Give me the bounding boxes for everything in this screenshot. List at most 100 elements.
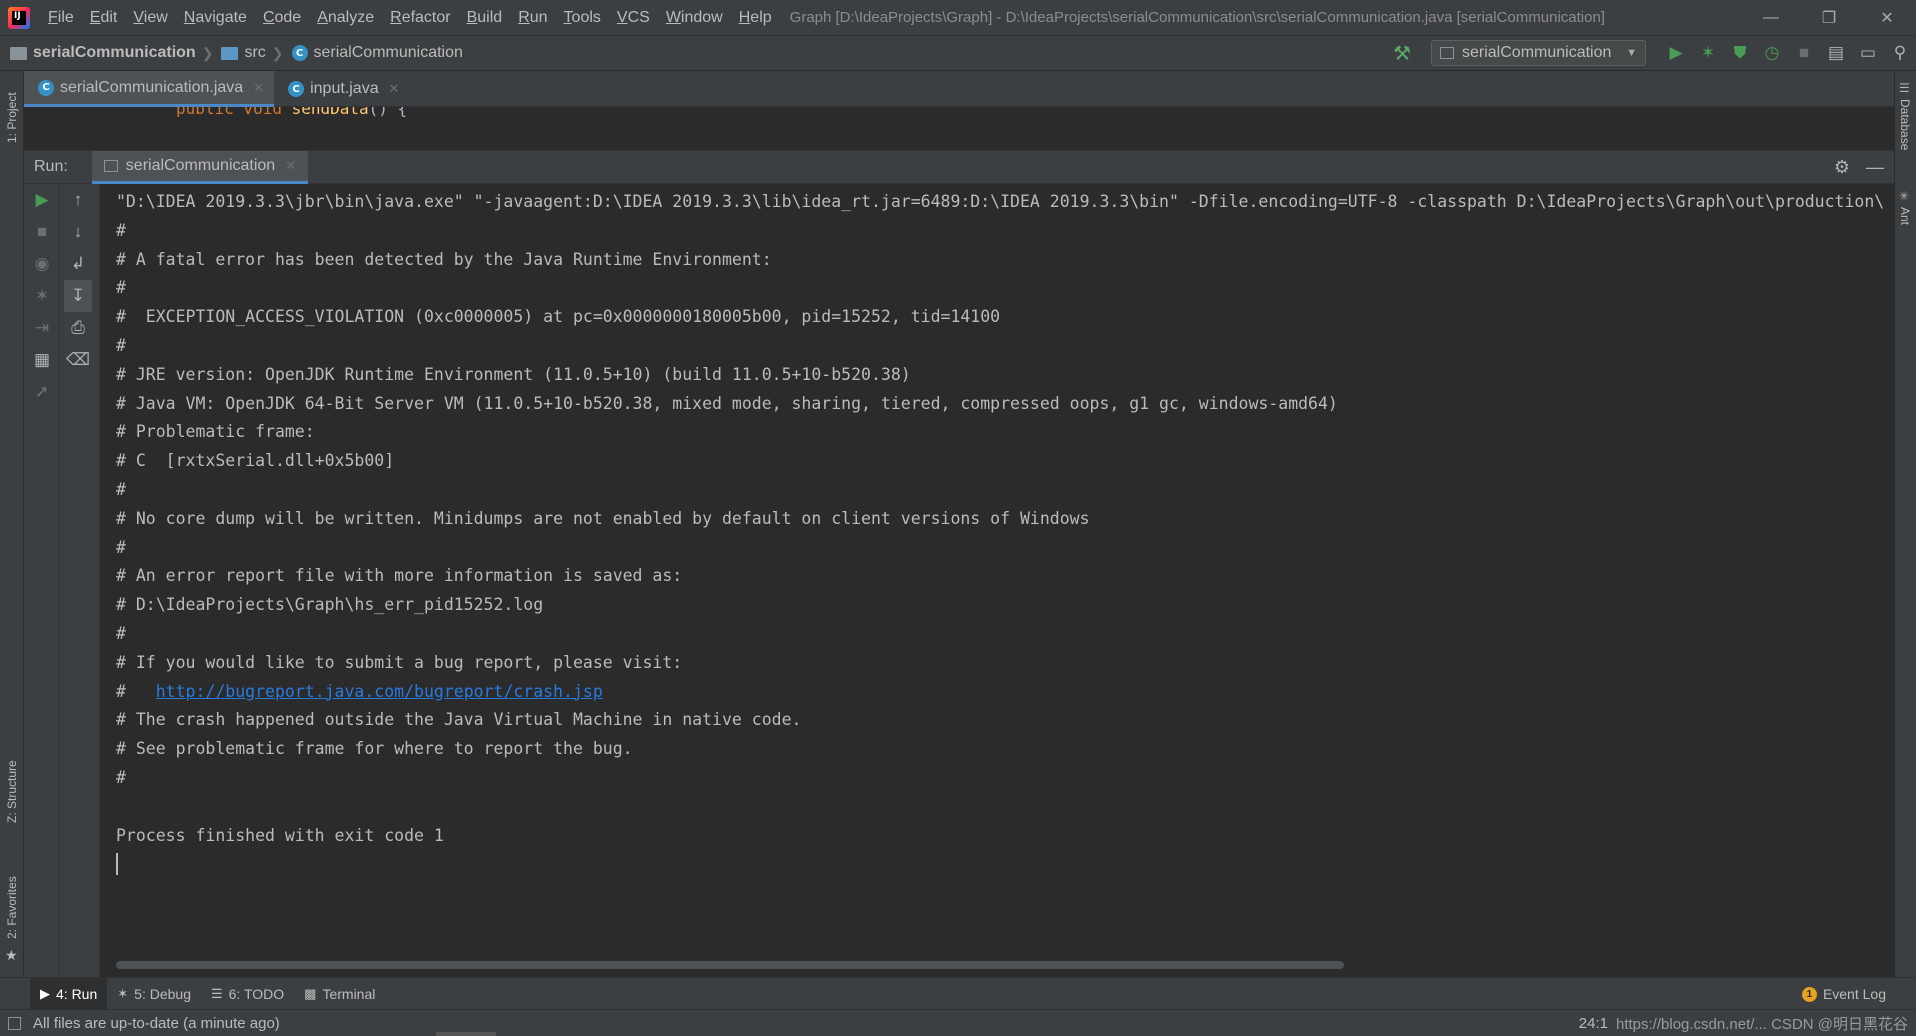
right-tool-strip: ☰ Database ✳ Ant	[1894, 71, 1916, 1006]
status-square-icon[interactable]	[8, 1016, 21, 1030]
debug-bug-icon[interactable]: ✶	[24, 280, 60, 312]
menu-vcs[interactable]: VCS	[609, 0, 658, 35]
menu-help[interactable]: Help	[731, 0, 780, 35]
menu-window[interactable]: Window	[658, 0, 731, 35]
run-configuration-label: serialCommunication	[1462, 44, 1612, 61]
project-tool-button[interactable]: 1: Project	[5, 92, 19, 143]
tab-label: serialCommunication.java	[60, 78, 244, 96]
print-icon[interactable]: ⎙	[60, 312, 96, 344]
tool-window-label: 5: Debug	[134, 985, 191, 1002]
project-folder-icon	[10, 46, 27, 60]
minimize-panel-icon[interactable]: —	[1866, 157, 1884, 178]
console-lines: "D:\IDEA 2019.3.3\jbr\bin\java.exe" "-ja…	[116, 188, 1884, 876]
rerun-icon[interactable]: ▶	[24, 184, 60, 216]
console-line: # D:\IdeaProjects\Graph\hs_err_pid15252.…	[116, 595, 544, 615]
structure-tool-button[interactable]: Z: Structure	[5, 760, 19, 823]
run-toolbar: ⚒ serialCommunication ▼ ▶ ✶ ⛊ ◷ ■ ▤ ▭ ⚲	[1393, 36, 1916, 70]
horizontal-scrollbar[interactable]	[116, 961, 1344, 969]
pin-icon[interactable]: ➚	[24, 376, 60, 408]
console-line: # If you would like to submit a bug repo…	[116, 652, 683, 672]
code-line: public void sendData() {	[176, 107, 408, 117]
tab-serialcommunication-java[interactable]: C serialCommunication.java ✕	[24, 71, 275, 107]
run-icon[interactable]: ▶	[1660, 38, 1692, 68]
build-hammer-icon[interactable]: ⚒	[1393, 41, 1411, 66]
run-panel-actions: ⚙ —	[1834, 151, 1884, 184]
caret-position[interactable]: 24:1	[1579, 1015, 1608, 1032]
minimize-button[interactable]: —	[1742, 0, 1800, 35]
trash-icon[interactable]: ⌫	[60, 344, 96, 376]
menu-navigate[interactable]: Navigate	[176, 0, 255, 35]
console-line: #	[116, 220, 126, 240]
menu-file[interactable]: File	[40, 0, 82, 35]
tab-input-java[interactable]: C input.java ✕	[274, 71, 409, 107]
menu-analyze[interactable]: Analyze	[309, 0, 382, 35]
search-icon[interactable]: ⚲	[1884, 38, 1916, 68]
console-line: # Problematic frame:	[116, 422, 315, 442]
arrow-up-icon[interactable]: ↑	[60, 184, 96, 216]
breadcrumb-file[interactable]: C serialCommunication	[291, 44, 463, 62]
menu-build[interactable]: Build	[459, 0, 511, 35]
tool-window-label: 6: TODO	[228, 985, 285, 1002]
breadcrumb-separator-icon: ❯	[201, 44, 214, 61]
menu-code[interactable]: Code	[255, 0, 309, 35]
console-link-line: # http://bugreport.java.com/bugreport/cr…	[116, 678, 1884, 707]
tool-window-label: 4: Run	[56, 985, 98, 1002]
scroll-to-end-icon[interactable]: ↧	[64, 280, 92, 312]
coverage-icon[interactable]: ⛊	[1724, 38, 1756, 68]
soft-wrap-icon[interactable]: ↲	[60, 248, 96, 280]
presentation-icon[interactable]: ▭	[1852, 38, 1884, 68]
menu-tools[interactable]: Tools	[556, 0, 609, 35]
intellij-logo-icon: IJ	[8, 6, 30, 29]
close-icon[interactable]: ✕	[389, 81, 400, 97]
event-log-button[interactable]: 1 Event Log	[1801, 978, 1886, 1010]
tool-window-debug[interactable]: ✶ 5: Debug	[107, 978, 201, 1010]
terminal-icon: ▩	[304, 985, 317, 1001]
breadcrumb-folder[interactable]: src	[221, 44, 266, 62]
editor-code-peek[interactable]: public void sendData() {	[24, 107, 1894, 117]
console-line: # C [rxtxSerial.dll+0x5b00]	[116, 451, 395, 471]
close-icon[interactable]: ✕	[253, 80, 264, 96]
console-line: # JRE version: OpenJDK Runtime Environme…	[116, 364, 911, 384]
camera-icon[interactable]: ◉	[24, 248, 60, 280]
breadcrumb-project[interactable]: serialCommunication	[10, 44, 196, 62]
console-output[interactable]: "D:\IDEA 2019.3.3\jbr\bin\java.exe" "-ja…	[100, 184, 1894, 977]
console-line: # The crash happened outside the Java Vi…	[116, 710, 802, 730]
ant-tool-button[interactable]: Ant	[1898, 207, 1912, 225]
restore-button[interactable]: ❐	[1800, 0, 1858, 35]
exit-icon[interactable]: ⇥	[24, 312, 60, 344]
editor-area	[24, 117, 1894, 151]
tool-window-terminal[interactable]: ▩ Terminal	[294, 978, 385, 1010]
stop-icon[interactable]: ■	[24, 216, 60, 248]
event-log-label: Event Log	[1822, 986, 1886, 1002]
close-window-button[interactable]: ✕	[1858, 0, 1916, 35]
breadcrumb-file-label: serialCommunication	[313, 44, 463, 61]
close-icon[interactable]: ✕	[285, 158, 296, 174]
menu-edit[interactable]: Edit	[82, 0, 126, 35]
run-tab-serialcommunication[interactable]: serialCommunication ✕	[91, 150, 309, 184]
tool-window-bar: ▶ 4: Run ✶ 5: Debug ☰ 6: TODO ▩ Terminal…	[0, 977, 1916, 1010]
stop-icon[interactable]: ■	[1788, 38, 1820, 68]
menu-run[interactable]: Run	[510, 0, 555, 35]
breadcrumb-separator-icon: ❯	[271, 44, 284, 61]
event-log-badge: 1	[1801, 986, 1817, 1002]
database-tool-button[interactable]: Database	[1898, 99, 1912, 150]
menu-refactor[interactable]: Refactor	[382, 0, 458, 35]
bug-report-link[interactable]: http://bugreport.java.com/bugreport/cras…	[156, 682, 603, 701]
arrow-down-icon[interactable]: ↓	[60, 216, 96, 248]
gear-icon[interactable]: ⚙	[1834, 157, 1850, 178]
run-toolbar-secondary: ↑ ↓ ↲ ↧ ⎙ ⌫	[60, 184, 100, 977]
menu-view[interactable]: View	[125, 0, 175, 35]
play-icon: ▶	[40, 985, 50, 1001]
window-controls: — ❐ ✕	[1742, 0, 1916, 35]
favorites-tool-button[interactable]: 2: Favorites	[5, 876, 19, 939]
tool-window-todo[interactable]: ☰ 6: TODO	[201, 978, 294, 1010]
watermark-text: https://blog.csdn.net/... CSDN @明日黑花谷	[1616, 1016, 1908, 1033]
project-structure-icon[interactable]: ▤	[1820, 38, 1852, 68]
profile-icon[interactable]: ◷	[1756, 38, 1788, 68]
debug-bug-icon[interactable]: ✶	[1692, 38, 1724, 68]
tool-window-run[interactable]: ▶ 4: Run	[30, 977, 108, 1010]
layout-icon[interactable]: ▦	[24, 344, 60, 376]
console-line: Process finished with exit code 1	[116, 825, 444, 845]
source-folder-icon	[221, 46, 239, 60]
run-configuration-select[interactable]: serialCommunication ▼	[1431, 40, 1646, 66]
